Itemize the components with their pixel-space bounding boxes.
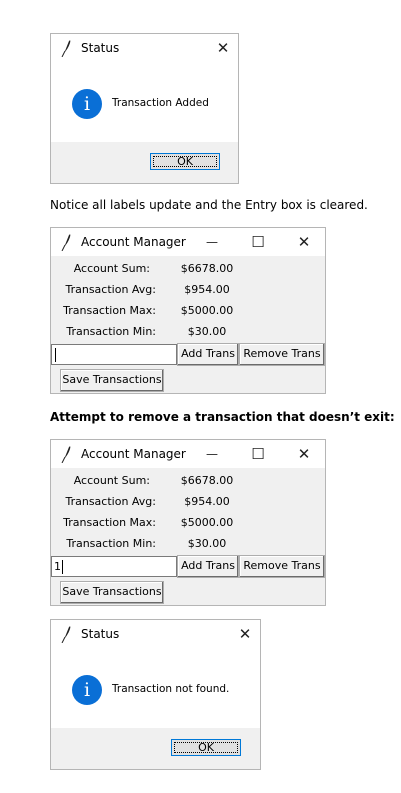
title-bar[interactable]: Account Manager — ☐ ✕ [51,440,325,468]
text-cursor [55,348,56,362]
ok-button[interactable]: OK [171,739,241,756]
transaction-min-label: Transaction Min: [66,325,156,338]
transaction-entry[interactable]: 1 [51,556,177,577]
transaction-avg-label: Transaction Avg: [65,495,156,508]
ok-button-label: OK [198,741,214,754]
maximize-icon[interactable]: ☐ [247,231,269,253]
transaction-min-value: $30.00 [187,537,227,550]
feather-icon [61,234,71,251]
transaction-min-value: $30.00 [187,325,227,338]
message-area: i Transaction not found. [51,648,260,728]
feather-icon [61,626,71,643]
transaction-entry[interactable] [51,344,177,365]
window-title: Status [81,41,120,55]
caption-1: Notice all labels update and the Entry b… [50,198,368,212]
add-trans-button[interactable]: Add Trans [177,343,239,366]
minimize-icon[interactable]: — [201,443,223,465]
feather-icon [61,446,71,463]
account-sum-label: Account Sum: [73,262,150,275]
window-title: Account Manager [81,235,186,249]
transaction-avg-value: $954.00 [184,495,230,508]
minimize-icon[interactable]: — [201,231,223,253]
message-area: i Transaction Added [51,62,238,142]
save-transactions-button[interactable]: Save Transactions [60,369,164,392]
transaction-max-value: $5000.00 [180,304,234,317]
title-bar[interactable]: Status ✕ [51,34,238,62]
ok-button-label: OK [177,155,193,168]
add-trans-button[interactable]: Add Trans [177,555,239,578]
account-sum-value: $6678.00 [180,262,234,275]
status-message: Transaction not found. [112,683,230,695]
entry-text: 1 [54,560,61,573]
status-message: Transaction Added [112,97,209,109]
transaction-max-label: Transaction Max: [63,304,156,317]
transaction-min-label: Transaction Min: [66,537,156,550]
feather-icon [61,40,71,57]
window-title: Status [81,627,120,641]
info-icon: i [72,89,102,119]
account-manager-window-2: Account Manager — ☐ ✕ Account Sum: $6678… [50,439,326,606]
text-cursor [62,560,63,574]
account-sum-value: $6678.00 [180,474,234,487]
ok-button[interactable]: OK [150,153,220,170]
close-icon[interactable]: ✕ [234,623,256,645]
save-transactions-button[interactable]: Save Transactions [60,581,164,604]
transaction-max-value: $5000.00 [180,516,234,529]
close-icon[interactable]: ✕ [293,443,315,465]
transaction-avg-label: Transaction Avg: [65,283,156,296]
remove-trans-button[interactable]: Remove Trans [239,343,325,366]
title-bar[interactable]: Status ✕ [51,620,260,648]
info-icon: i [72,675,102,705]
title-bar[interactable]: Account Manager — ☐ ✕ [51,228,325,256]
account-manager-window-1: Account Manager — ☐ ✕ Account Sum: $6678… [50,227,326,394]
maximize-icon[interactable]: ☐ [247,443,269,465]
close-icon[interactable]: ✕ [212,37,234,59]
account-sum-label: Account Sum: [73,474,150,487]
status-dialog-1: Status ✕ i Transaction Added OK [50,33,239,184]
close-icon[interactable]: ✕ [293,231,315,253]
remove-trans-button[interactable]: Remove Trans [239,555,325,578]
window-title: Account Manager [81,447,186,461]
transaction-max-label: Transaction Max: [63,516,156,529]
transaction-avg-value: $954.00 [184,283,230,296]
status-dialog-2: Status ✕ i Transaction not found. OK [50,619,261,770]
caption-2: Attempt to remove a transaction that doe… [50,410,395,424]
